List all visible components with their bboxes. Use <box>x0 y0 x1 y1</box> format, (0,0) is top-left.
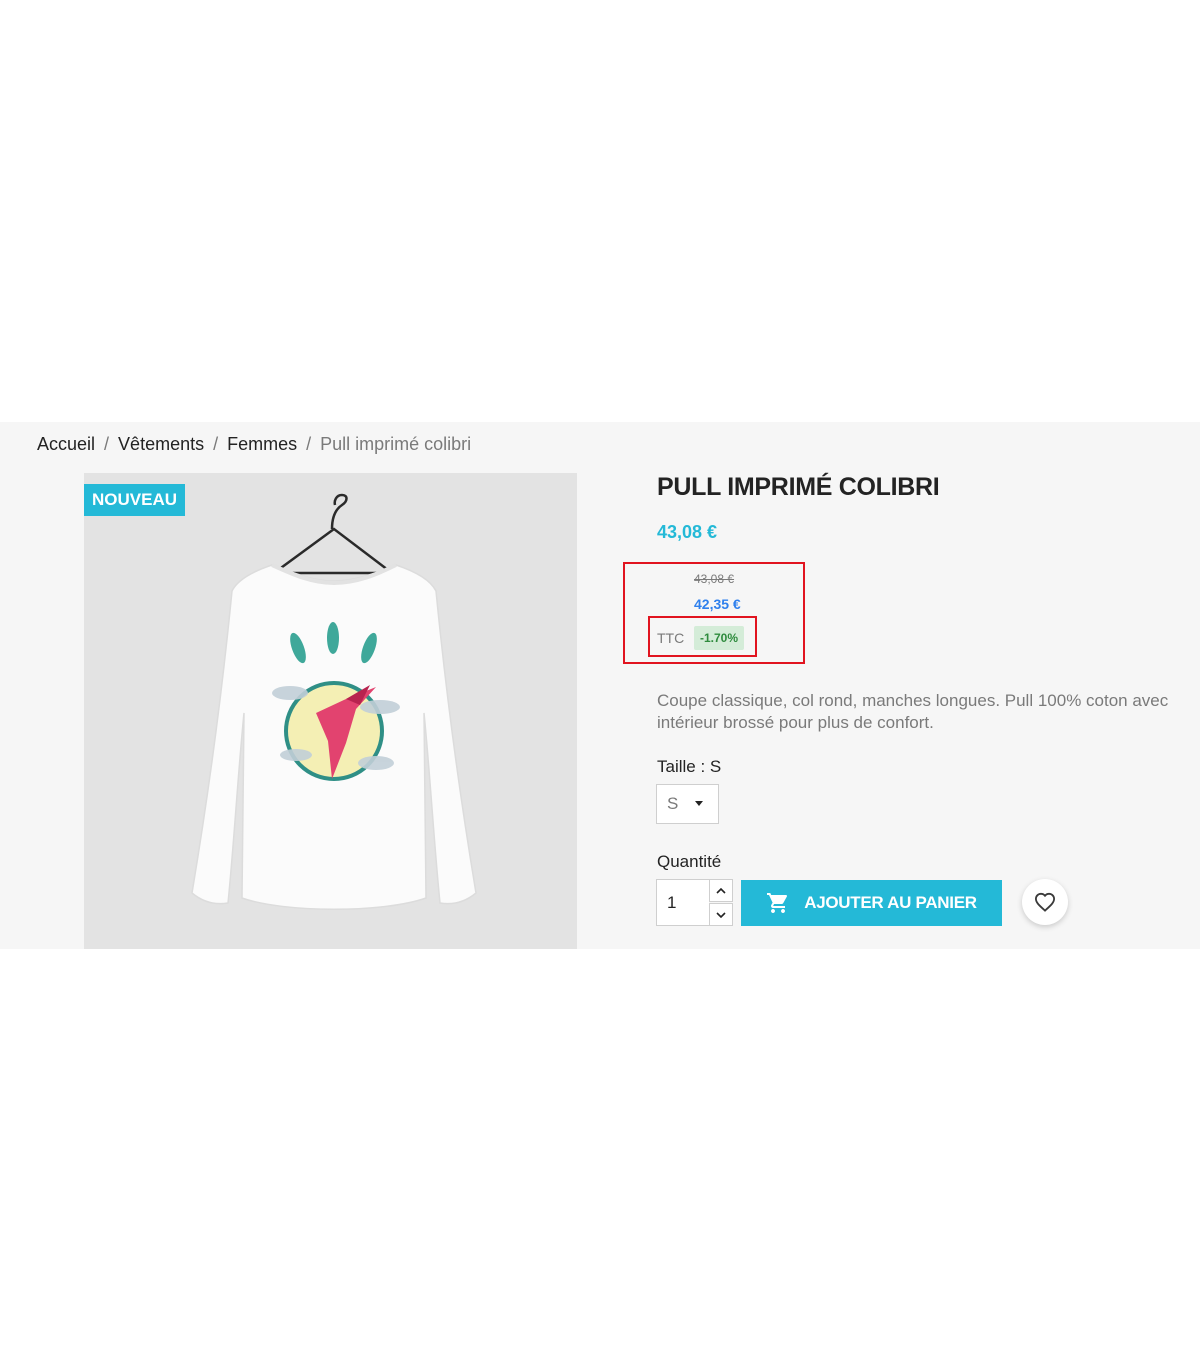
hanger-hook <box>330 493 348 530</box>
size-label: Taille : S <box>657 757 722 776</box>
discounted-price: 42,35 € <box>694 596 741 612</box>
breadcrumb-current: Pull imprimé colibri <box>320 434 472 454</box>
size-select-value: S <box>667 794 679 813</box>
breadcrumb-item-clothing[interactable]: Vêtements <box>118 433 204 455</box>
chevron-up-icon <box>716 887 726 894</box>
product-description: Coupe classique, col rond, manches longu… <box>657 691 1169 732</box>
product-price: 43,08 € <box>657 522 718 542</box>
product-image[interactable] <box>84 473 577 949</box>
breadcrumb-item-women[interactable]: Femmes <box>227 433 297 455</box>
chevron-down-icon <box>716 911 726 918</box>
quantity-label: Quantité <box>657 852 722 871</box>
breadcrumb-separator: / <box>213 434 219 454</box>
breadcrumb-item-home[interactable]: Accueil <box>37 433 95 455</box>
breadcrumb-separator: / <box>306 434 312 454</box>
sweater-illustration <box>191 493 477 910</box>
breadcrumb: Accueil / Vêtements / Femmes / Pull impr… <box>37 433 471 455</box>
caret-down-icon <box>695 801 703 806</box>
quantity-decrease-button[interactable] <box>709 903 733 926</box>
heart-icon <box>1034 892 1056 912</box>
quantity-input[interactable] <box>656 879 709 926</box>
add-to-cart-label: AJOUTER AU PANIER <box>804 893 977 912</box>
quantity-increase-button[interactable] <box>709 879 733 902</box>
old-price: 43,08 € <box>694 572 735 586</box>
wishlist-button[interactable] <box>1022 879 1068 925</box>
shopping-cart-icon <box>767 893 788 913</box>
hanger-bar <box>270 527 396 575</box>
add-to-cart-button[interactable]: AJOUTER AU PANIER <box>741 880 1002 926</box>
product-title: PULL IMPRIMÉ COLIBRI <box>657 473 940 501</box>
discount-highlight-box <box>648 616 757 657</box>
size-select[interactable]: S <box>656 784 719 824</box>
breadcrumb-separator: / <box>104 434 110 454</box>
new-badge: NOUVEAU <box>84 484 186 516</box>
